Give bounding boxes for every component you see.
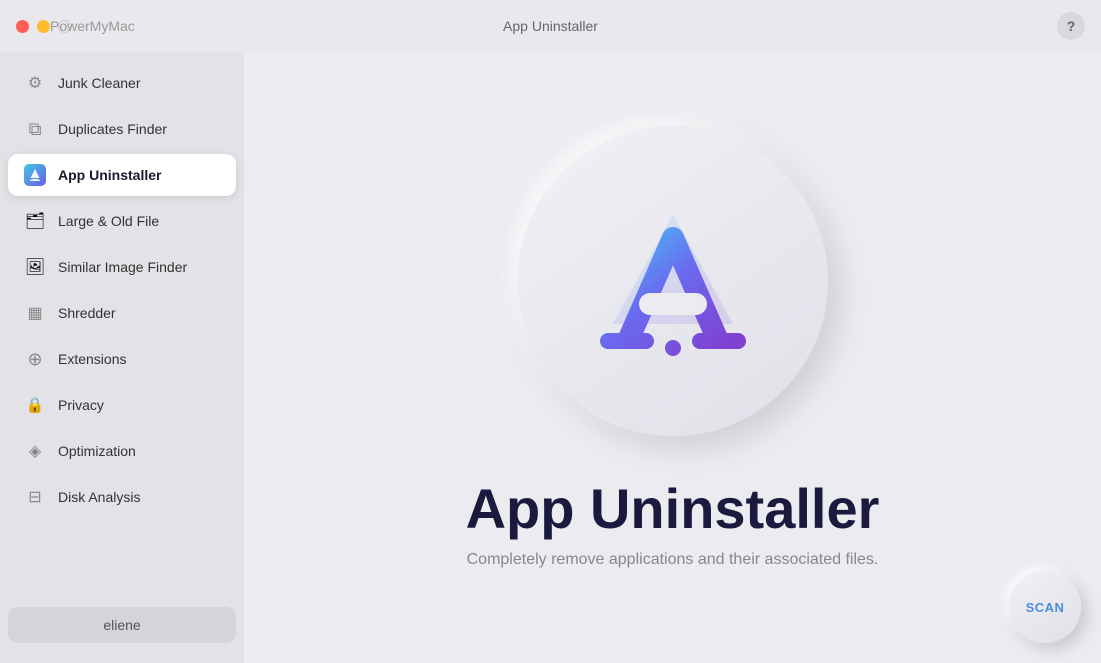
sidebar-item-optimization[interactable]: Optimization [8, 430, 236, 472]
extensions-icon [24, 348, 46, 370]
duplicate-icon [24, 118, 46, 140]
app-title: App Uninstaller [466, 476, 880, 541]
sidebar-item-large-label: Large & Old File [58, 213, 159, 229]
sidebar-item-privacy[interactable]: Privacy [8, 384, 236, 426]
sidebar-footer: eliene [0, 599, 244, 655]
main-layout: Junk Cleaner Duplicates Finder App Un [0, 52, 1101, 663]
close-button[interactable] [16, 20, 29, 33]
sidebar-item-duplicates-finder[interactable]: Duplicates Finder [8, 108, 236, 150]
scan-button[interactable]: SCAN [1009, 571, 1081, 643]
sidebar-item-app-uninstaller[interactable]: App Uninstaller [8, 154, 236, 196]
help-button[interactable]: ? [1057, 12, 1085, 40]
sidebar: Junk Cleaner Duplicates Finder App Un [0, 52, 244, 663]
shredder-icon [24, 302, 46, 324]
sidebar-item-disk-label: Disk Analysis [58, 489, 140, 505]
sidebar-item-optimization-label: Optimization [58, 443, 136, 459]
window-title: App Uninstaller [503, 18, 598, 34]
sidebar-item-duplicates-label: Duplicates Finder [58, 121, 167, 137]
privacy-icon [24, 394, 46, 416]
content-area: App Uninstaller Completely remove applic… [244, 52, 1101, 663]
app-store-svg [578, 186, 768, 376]
sidebar-item-disk-analysis[interactable]: Disk Analysis [8, 476, 236, 518]
sidebar-item-image-label: Similar Image Finder [58, 259, 187, 275]
sidebar-item-privacy-label: Privacy [58, 397, 104, 413]
titlebar: PowerMyMac App Uninstaller ? [0, 0, 1101, 52]
app-icon-container [518, 126, 828, 436]
sidebar-item-shredder-label: Shredder [58, 305, 116, 321]
scan-button-container: SCAN [1009, 571, 1081, 643]
optimization-icon [24, 440, 46, 462]
image-finder-icon [24, 256, 46, 278]
user-button[interactable]: eliene [8, 607, 236, 643]
gear-icon [24, 72, 46, 94]
sidebar-item-large-old-file[interactable]: Large & Old File [8, 200, 236, 242]
large-file-icon [24, 210, 46, 232]
app-name: PowerMyMac [50, 18, 135, 34]
disk-analysis-icon [24, 486, 46, 508]
sidebar-item-extensions-label: Extensions [58, 351, 126, 367]
app-uninstaller-icon [24, 164, 46, 186]
minimize-button[interactable] [37, 20, 50, 33]
sidebar-item-similar-image[interactable]: Similar Image Finder [8, 246, 236, 288]
sidebar-item-app-uninstaller-label: App Uninstaller [58, 167, 161, 183]
sidebar-item-extensions[interactable]: Extensions [8, 338, 236, 380]
sidebar-item-junk-cleaner-label: Junk Cleaner [58, 75, 141, 91]
app-description: Completely remove applications and their… [467, 551, 879, 569]
sidebar-item-shredder[interactable]: Shredder [8, 292, 236, 334]
sidebar-item-junk-cleaner[interactable]: Junk Cleaner [8, 62, 236, 104]
